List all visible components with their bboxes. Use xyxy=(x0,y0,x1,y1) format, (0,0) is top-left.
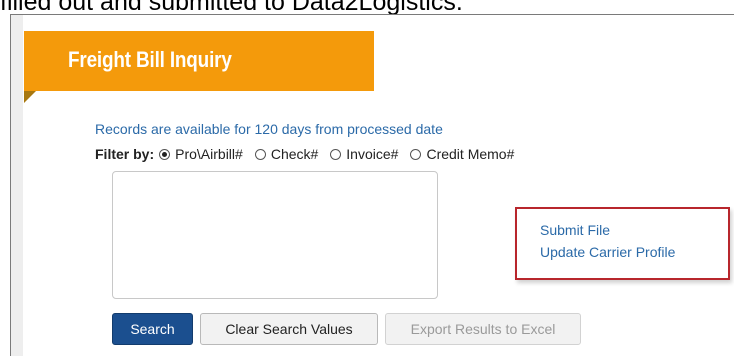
left-gutter xyxy=(11,15,23,356)
search-button[interactable]: Search xyxy=(112,313,193,345)
filter-option-pro-airbill[interactable]: Pro\Airbill# xyxy=(159,146,243,162)
submit-file-link[interactable]: Submit File xyxy=(540,222,610,238)
filter-option-check[interactable]: Check# xyxy=(254,146,319,162)
radio-check[interactable] xyxy=(254,148,266,160)
highlighted-links-box: Submit File Update Carrier Profile xyxy=(515,207,730,280)
clear-search-values-button[interactable]: Clear Search Values xyxy=(200,313,378,345)
filter-option-label: Credit Memo# xyxy=(426,146,515,162)
search-values-textarea[interactable] xyxy=(112,171,438,299)
radio-invoice[interactable] xyxy=(330,148,342,160)
filter-option-credit-memo[interactable]: Credit Memo# xyxy=(410,146,514,162)
filter-option-invoice[interactable]: Invoice# xyxy=(330,146,398,162)
filter-option-label: Pro\Airbill# xyxy=(175,146,243,162)
page-title: Freight Bill Inquiry xyxy=(68,47,232,72)
radio-credit-memo[interactable] xyxy=(410,148,422,160)
filter-option-label: Invoice# xyxy=(346,146,399,162)
freight-bill-inquiry-screen: filled out and submitted to Data2Logisti… xyxy=(0,0,734,356)
radio-pro-airbill[interactable] xyxy=(159,148,171,160)
filter-by-row: Filter by: Pro\Airbill# Check# Invoice# … xyxy=(95,146,526,162)
page-title-banner: Freight Bill Inquiry xyxy=(24,31,374,91)
banner-fold-decoration xyxy=(24,91,36,103)
records-availability-note: Records are available for 120 days from … xyxy=(95,121,443,137)
filter-by-label: Filter by: xyxy=(95,146,155,162)
filter-option-label: Check# xyxy=(270,146,319,162)
export-results-button[interactable]: Export Results to Excel xyxy=(385,313,581,345)
update-carrier-profile-link[interactable]: Update Carrier Profile xyxy=(540,244,675,260)
